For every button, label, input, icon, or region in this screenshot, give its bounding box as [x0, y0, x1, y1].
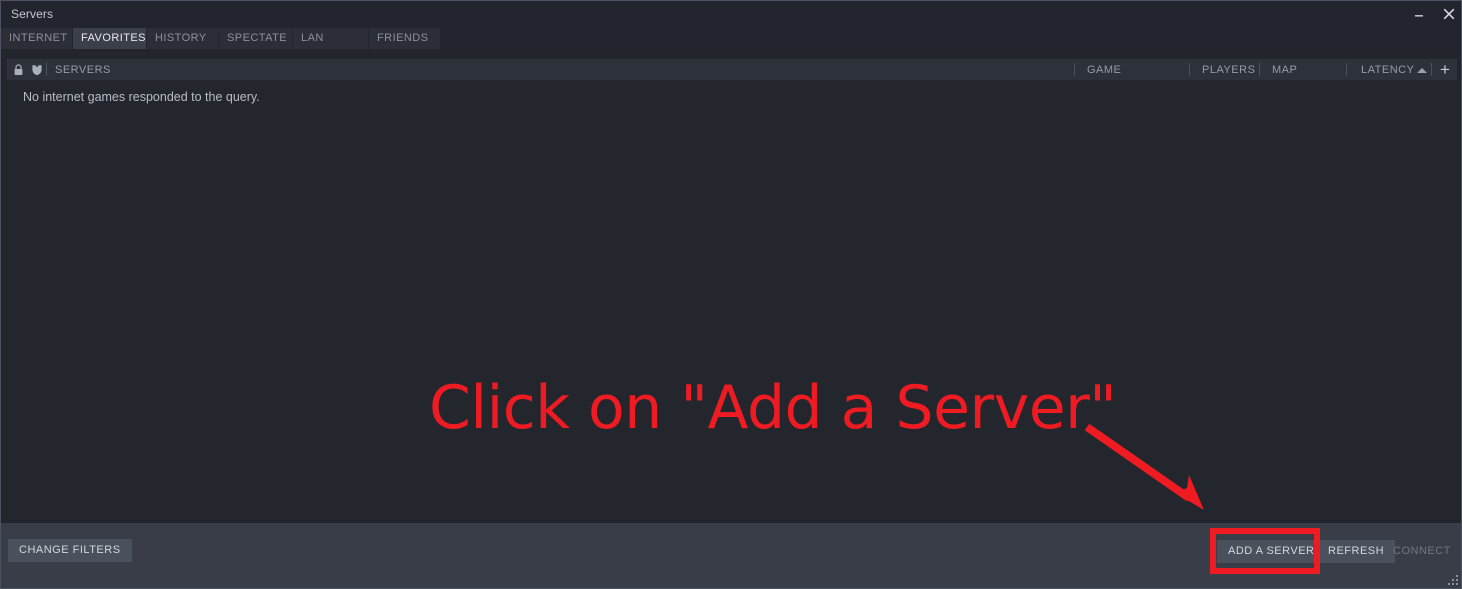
header-divider[interactable] — [1074, 63, 1075, 76]
server-list-body[interactable]: No internet games responded to the query… — [7, 80, 1457, 519]
column-header-servers[interactable]: SERVERS — [55, 64, 111, 76]
tab-spectate[interactable]: SPECTATE — [219, 28, 293, 49]
shield-icon[interactable] — [29, 62, 44, 77]
header-divider — [1431, 63, 1432, 76]
column-header-latency[interactable]: LATENCY — [1361, 64, 1414, 76]
header-divider[interactable] — [1189, 63, 1190, 76]
tab-favorites[interactable]: FAVORITES — [73, 28, 147, 49]
column-header-map[interactable]: MAP — [1272, 64, 1297, 76]
sort-ascending-icon[interactable] — [1417, 68, 1427, 73]
connect-button: CONNECT — [1382, 540, 1461, 563]
server-list-header: SERVERS GAME PLAYERS MAP LATENCY + — [7, 59, 1457, 80]
column-header-game[interactable]: GAME — [1087, 64, 1121, 76]
column-header-players[interactable]: PLAYERS — [1202, 64, 1255, 76]
tab-lan[interactable]: LAN — [293, 28, 369, 49]
servers-window: Servers INTERNET FAVORITES HISTORY SPECT… — [0, 0, 1462, 589]
header-divider[interactable] — [1259, 63, 1260, 76]
bottom-toolbar: CHANGE FILTERS ADD A SERVER REFRESH CONN… — [1, 523, 1461, 588]
tab-history[interactable]: HISTORY — [147, 28, 219, 49]
tab-internet[interactable]: INTERNET — [1, 28, 73, 49]
change-filters-button[interactable]: CHANGE FILTERS — [8, 539, 132, 562]
header-divider — [46, 63, 47, 76]
close-icon[interactable] — [1441, 6, 1457, 22]
add-a-server-button[interactable]: ADD A SERVER — [1217, 540, 1326, 563]
empty-list-message: No internet games responded to the query… — [23, 90, 260, 104]
window-controls — [1411, 1, 1457, 27]
lock-icon[interactable] — [11, 62, 26, 77]
window-title: Servers — [11, 7, 54, 21]
tab-friends[interactable]: FRIENDS — [369, 28, 441, 49]
header-divider[interactable] — [1346, 63, 1347, 76]
tab-bar: INTERNET FAVORITES HISTORY SPECTATE LAN … — [1, 28, 1461, 49]
resize-grip[interactable] — [1448, 575, 1459, 586]
add-column-button[interactable]: + — [1433, 59, 1457, 80]
minimize-icon[interactable] — [1411, 6, 1427, 22]
title-bar: Servers — [1, 1, 1461, 27]
